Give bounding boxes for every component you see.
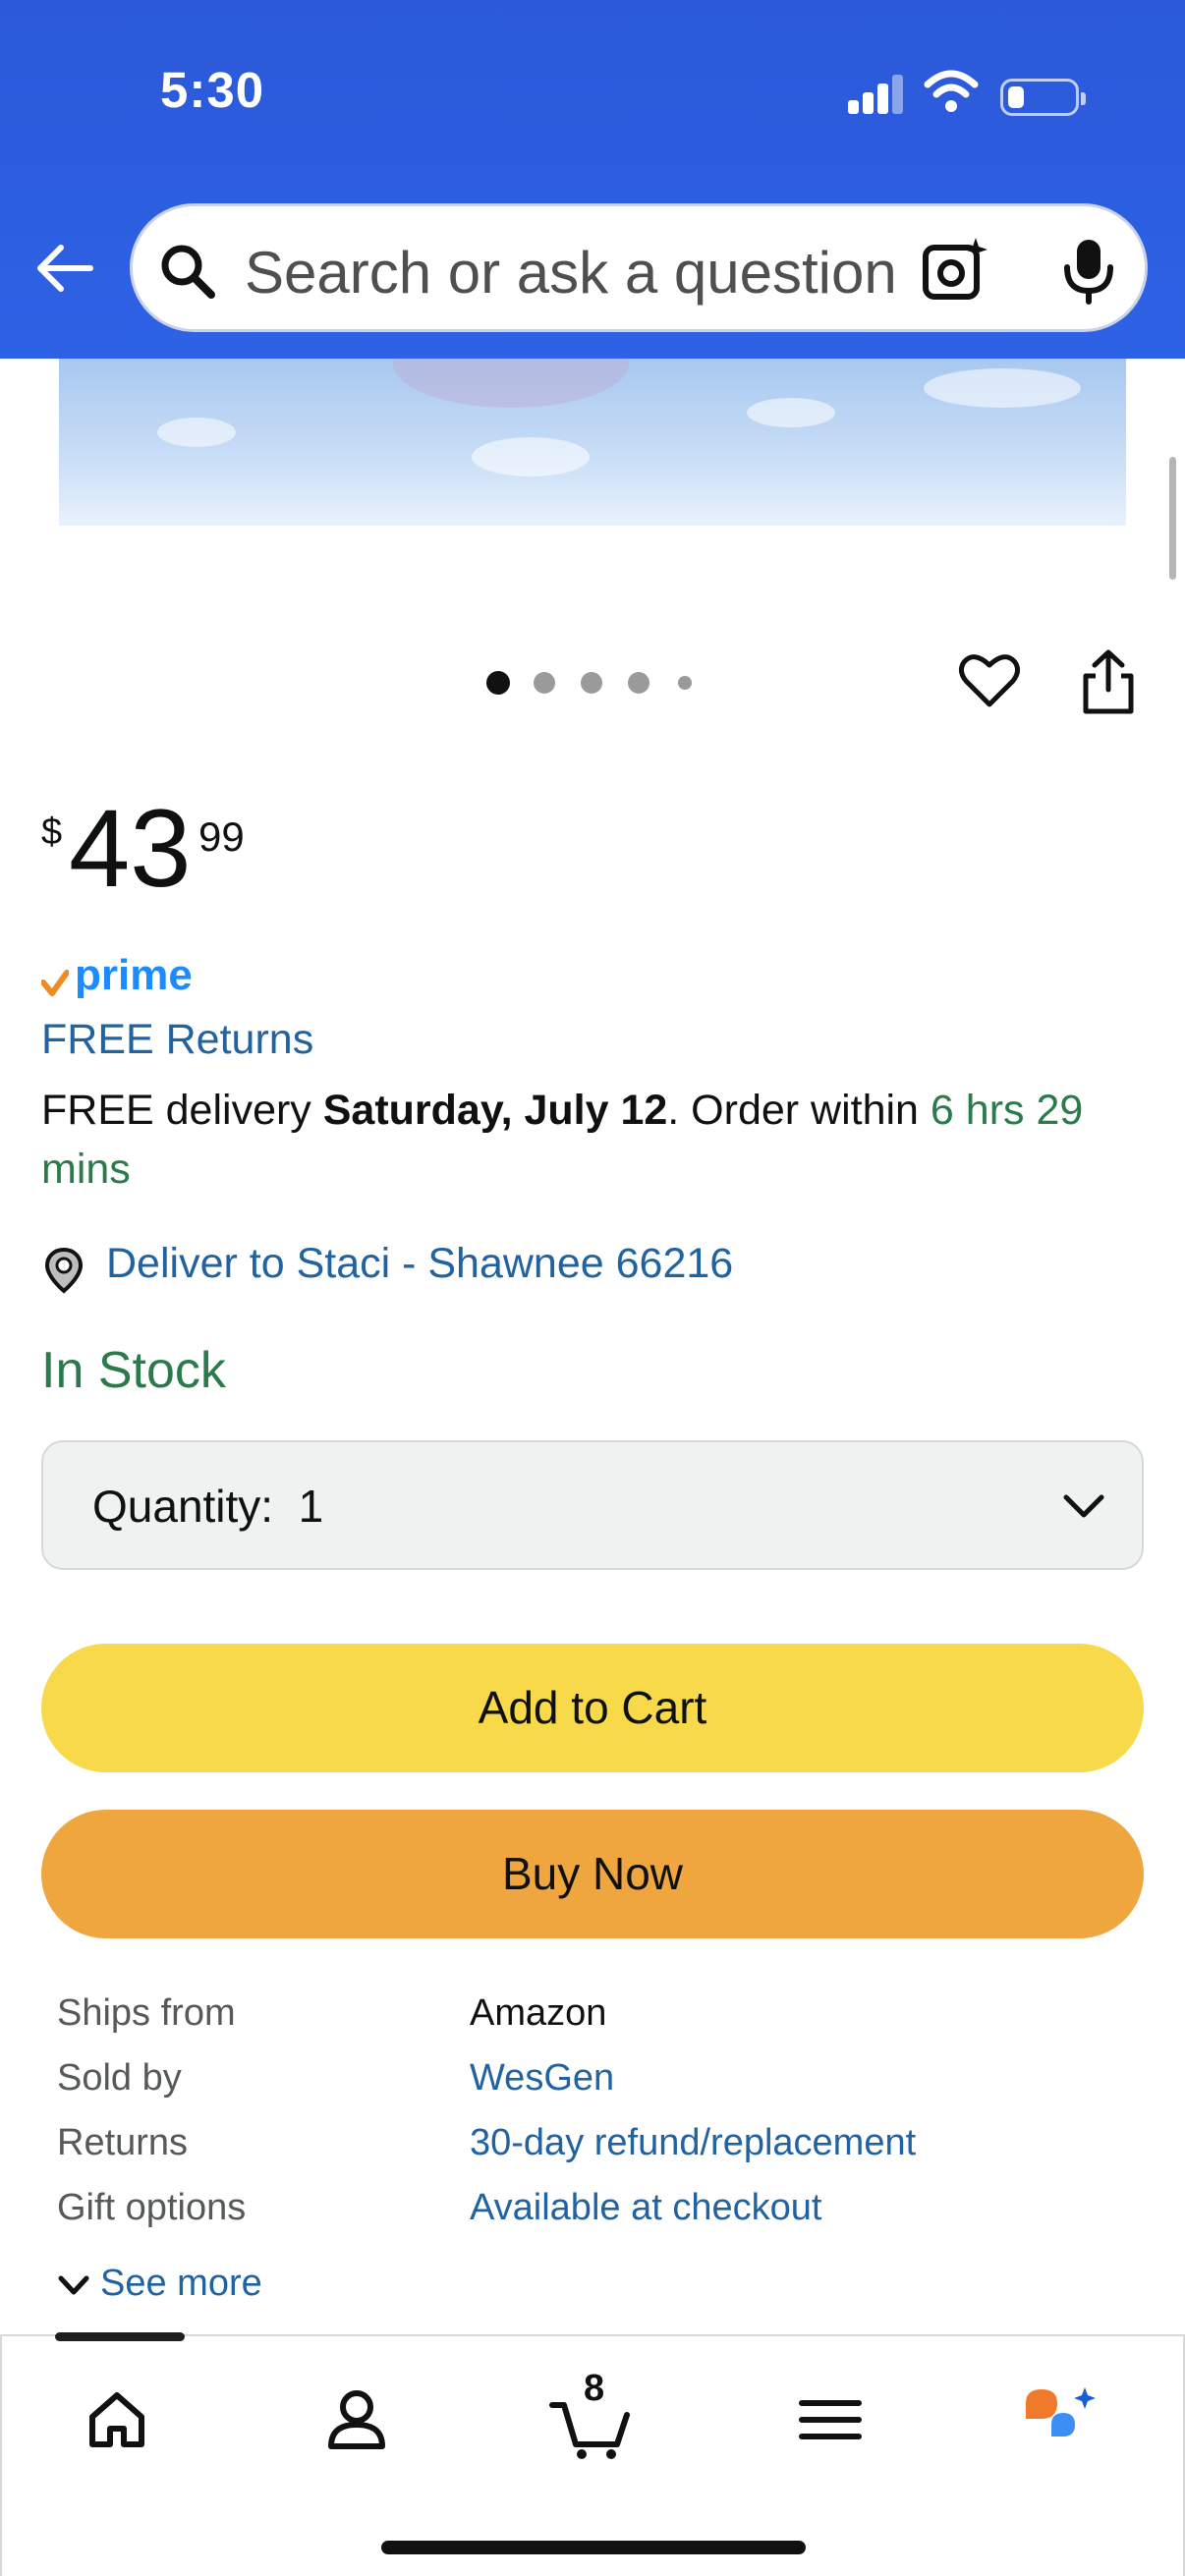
cart-count-badge: 8 <box>584 2368 605 2409</box>
chevron-down-icon <box>58 2275 89 2295</box>
prime-check-icon <box>41 970 69 996</box>
details-key: Returns <box>57 2122 189 2163</box>
rufus-icon[interactable] <box>1014 2376 1102 2464</box>
wifi-icon <box>924 70 979 112</box>
bottom-navigation: 8 <box>0 2332 1185 2576</box>
details-key: Sold by <box>57 2057 182 2099</box>
quantity-selector[interactable]: Quantity: 1 <box>41 1440 1144 1570</box>
menu-icon[interactable] <box>786 2376 875 2464</box>
details-value: Amazon <box>470 1992 607 2034</box>
scrollbar[interactable] <box>1169 457 1176 580</box>
cart-nav[interactable]: 8 <box>546 2368 645 2464</box>
search-icon <box>161 245 215 299</box>
carousel-dot[interactable] <box>628 672 649 694</box>
chevron-down-icon <box>1063 1494 1104 1518</box>
delivery-info: FREE delivery Saturday, July 12. Order w… <box>41 1081 1152 1199</box>
active-tab-indicator <box>55 2332 185 2341</box>
battery-icon <box>1000 79 1086 116</box>
quantity-value: 1 <box>298 1481 324 1532</box>
share-icon[interactable] <box>1078 648 1139 715</box>
price-whole: 43 <box>69 787 192 910</box>
returns-policy-link[interactable]: 30-day refund/replacement <box>470 2122 916 2164</box>
free-returns-link[interactable]: FREE Returns <box>41 1016 313 1064</box>
stock-status: In Stock <box>41 1342 226 1399</box>
account-icon[interactable] <box>312 2376 401 2464</box>
home-icon[interactable] <box>73 2376 161 2464</box>
prime-label: prime <box>75 951 193 999</box>
home-indicator[interactable] <box>381 2541 806 2554</box>
top-header: 5:30 Search or ask a question <box>0 0 1185 359</box>
prime-badge: prime <box>41 951 208 1000</box>
carousel-dot[interactable] <box>678 676 692 690</box>
quantity-label: Quantity: 1 <box>92 1481 324 1532</box>
delivery-middle: . Order within <box>667 1087 931 1134</box>
details-key: Ships from <box>57 1992 236 2034</box>
deliver-to-text[interactable]: Deliver to Staci - Shawnee 66216 <box>106 1240 733 1288</box>
delivery-prefix: FREE delivery <box>41 1087 323 1134</box>
seller-link[interactable]: WesGen <box>470 2057 614 2100</box>
carousel-dot[interactable] <box>534 672 555 694</box>
location-pin-icon <box>44 1247 84 1294</box>
camera-lens-icon[interactable] <box>922 236 988 303</box>
add-to-cart-button[interactable]: Add to Cart <box>41 1644 1144 1772</box>
price-currency: $ <box>41 812 63 853</box>
heart-icon[interactable] <box>958 651 1021 710</box>
gift-options-link[interactable]: Available at checkout <box>470 2187 821 2229</box>
see-more-label[interactable]: See more <box>100 2263 262 2305</box>
buy-now-button[interactable]: Buy Now <box>41 1810 1144 1938</box>
product-image[interactable] <box>59 359 1126 526</box>
carousel-dot-active[interactable] <box>486 671 510 695</box>
search-input[interactable]: Search or ask a question <box>245 239 923 307</box>
back-arrow-icon[interactable] <box>31 236 96 301</box>
price-fraction: 99 <box>198 813 245 860</box>
microphone-icon[interactable] <box>1060 236 1117 305</box>
status-time: 5:30 <box>160 62 265 118</box>
carousel-dot[interactable] <box>581 672 602 694</box>
delivery-date: Saturday, July 12 <box>322 1087 668 1134</box>
cellular-signal-icon <box>848 75 903 114</box>
details-key: Gift options <box>57 2187 247 2228</box>
search-bar[interactable]: Search or ask a question <box>130 203 1148 332</box>
